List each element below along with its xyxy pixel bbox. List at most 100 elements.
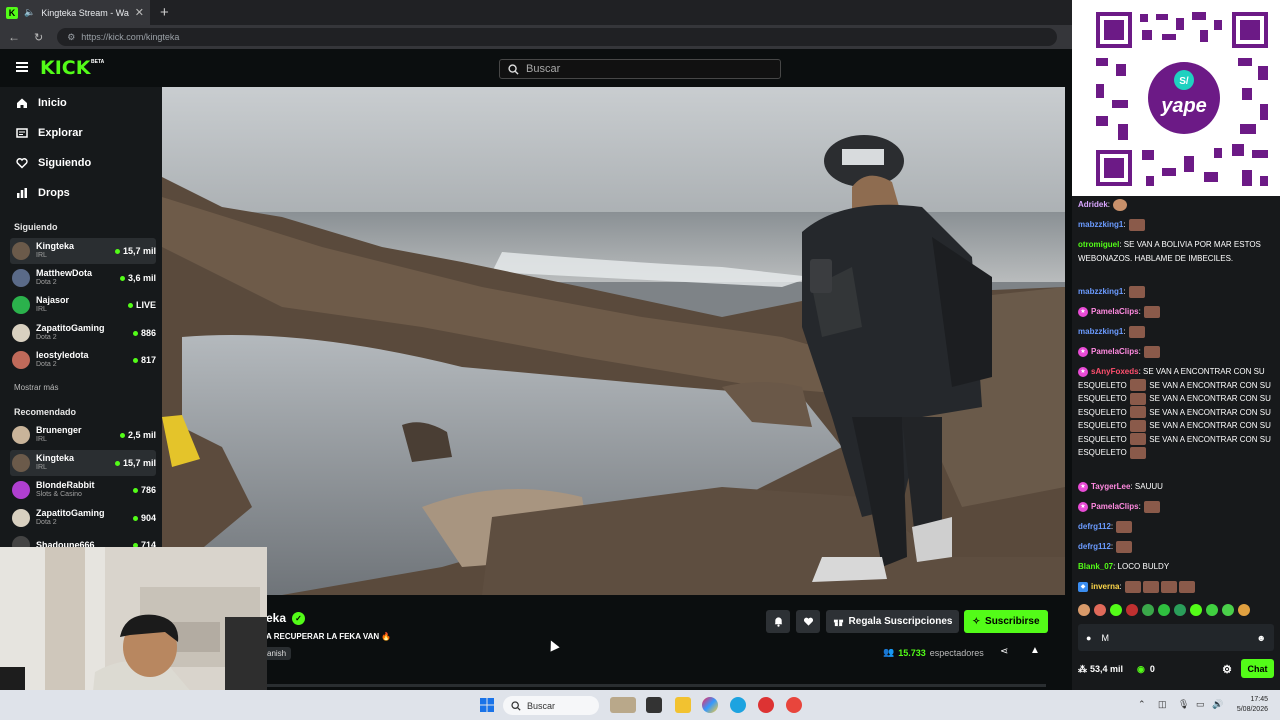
- new-tab-button[interactable]: +: [160, 4, 169, 21]
- emoji-picker-icon[interactable]: ☻: [1257, 633, 1266, 643]
- recommended-channel-zapatitogaming[interactable]: ZapatitoGaming Dota 2 904: [10, 505, 156, 531]
- copilot-icon[interactable]: [702, 697, 718, 713]
- page-scrollbar[interactable]: [266, 684, 1046, 687]
- chat-username[interactable]: defrg112: [1078, 522, 1111, 531]
- channel-name: ZapatitoGaming: [36, 508, 105, 518]
- chat-message: ★ TaygerLee: SAUUU: [1078, 480, 1274, 494]
- recommended-channel-blonderabbit[interactable]: BlondeRabbit Slots & Casino 786: [10, 477, 156, 503]
- volume-icon[interactable]: 🔊: [1212, 699, 1223, 710]
- obs-icon[interactable]: [758, 697, 774, 713]
- nav-drops[interactable]: Drops: [16, 187, 70, 199]
- emote-icon[interactable]: [1222, 604, 1234, 616]
- system-clock[interactable]: 17:45 5/08/2026: [1237, 695, 1268, 715]
- chat-message: ★ PamelaClips:: [1078, 500, 1274, 514]
- emote-icon[interactable]: [1206, 604, 1218, 616]
- emote-icon[interactable]: [1094, 604, 1106, 616]
- emote-icon[interactable]: [1110, 604, 1122, 616]
- emote-icon[interactable]: [1158, 604, 1170, 616]
- chat-username[interactable]: mabzzking1: [1078, 327, 1123, 336]
- badge-icon[interactable]: ●: [1086, 633, 1091, 643]
- speaker-icon[interactable]: 🔈: [24, 7, 35, 18]
- chat-text: LOCO BULDY: [1117, 562, 1170, 571]
- microphone-icon[interactable]: 🎙: [1178, 699, 1189, 710]
- browser-tab[interactable]: K 🔈 Kingteka Stream - Watch Live ✕: [0, 0, 150, 25]
- chat-settings-gear-icon[interactable]: ⚙: [1222, 663, 1232, 676]
- gift-subs-label: Regala Suscripciones: [848, 616, 953, 627]
- chat-message: ★ sAnyFoxeds: SE VAN A ENCONTRAR CON SU E…: [1078, 366, 1271, 459]
- chat-message: otromiguel: SE VAN A BOLIVIA POR MAR EST…: [1078, 240, 1261, 263]
- taskbar-search[interactable]: Buscar: [503, 696, 599, 715]
- edge-browser-icon[interactable]: [730, 697, 746, 713]
- close-tab-icon[interactable]: ✕: [135, 6, 144, 19]
- reload-icon[interactable]: ↻: [34, 31, 43, 44]
- chat-username[interactable]: PamelaClips: [1091, 307, 1139, 316]
- recommended-channel-brunenger[interactable]: Brunenger IRL 2,5 mil: [10, 422, 156, 448]
- clock-date: 5/08/2026: [1236, 706, 1268, 713]
- notification-bell-button[interactable]: [766, 610, 790, 633]
- task-view-icon[interactable]: [646, 697, 662, 713]
- chat-username[interactable]: PamelaClips: [1091, 347, 1139, 356]
- nav-explorar[interactable]: Explorar: [16, 127, 83, 139]
- emote-icon[interactable]: [1174, 604, 1186, 616]
- following-channel-zapatitogaming[interactable]: ZapatitoGaming Dota 2 886: [10, 320, 156, 346]
- chat-username[interactable]: mabzzking1: [1078, 220, 1123, 229]
- emote-icon[interactable]: [1126, 604, 1138, 616]
- emote-icon[interactable]: [1238, 604, 1250, 616]
- chat-username[interactable]: sAnyFoxeds: [1091, 367, 1139, 376]
- windows-start-icon[interactable]: [479, 697, 495, 713]
- show-more-link[interactable]: Mostrar más: [14, 383, 58, 392]
- live-dot-icon: [132, 515, 138, 521]
- emote-icon: [1130, 379, 1146, 392]
- chat-username[interactable]: defrg112: [1078, 542, 1111, 551]
- menu-hamburger-icon[interactable]: [16, 62, 28, 72]
- following-channel-kingteka[interactable]: Kingteka IRL 15,7 mil: [10, 238, 156, 264]
- channel-name: BlondeRabbit: [36, 480, 95, 490]
- chat-username[interactable]: Adridek: [1078, 200, 1108, 209]
- gift-subs-button[interactable]: Regala Suscripciones: [826, 610, 959, 633]
- svg-text:yape: yape: [1160, 95, 1207, 117]
- chat-username[interactable]: Blank_07: [1078, 562, 1113, 571]
- chrome-icon[interactable]: [786, 697, 802, 713]
- nav-label: Siguiendo: [38, 157, 92, 169]
- emote-icon: [1160, 580, 1177, 593]
- following-channel-matthewdota[interactable]: MatthewDota Dota 2 3,6 mil: [10, 265, 156, 291]
- emote-icon[interactable]: [1142, 604, 1154, 616]
- chat-username[interactable]: TaygerLee: [1091, 482, 1130, 491]
- video-player[interactable]: [162, 87, 1065, 595]
- chat-input[interactable]: ● M ☻: [1078, 624, 1274, 651]
- follow-heart-button[interactable]: [796, 610, 820, 633]
- address-bar[interactable]: ⚙ https://kick.com/kingteka: [57, 28, 1058, 46]
- following-channel-leostyledota[interactable]: leostyledota Dota 2 817: [10, 347, 156, 373]
- kick-logo[interactable]: KICK: [40, 57, 90, 79]
- network-icon[interactable]: ◫: [1158, 699, 1167, 710]
- search-icon: [511, 700, 521, 711]
- nav-inicio[interactable]: Inicio: [16, 97, 67, 109]
- emote-icon: [1116, 520, 1133, 533]
- streamer-name[interactable]: eka ✓: [266, 611, 306, 625]
- report-warning-icon[interactable]: ▲: [1030, 645, 1040, 656]
- following-channel-najasor[interactable]: Najasor IRL LIVE: [10, 292, 156, 318]
- channel-category: Slots & Casino: [36, 491, 82, 498]
- site-info-icon[interactable]: ⚙: [67, 32, 75, 43]
- nav-siguiendo[interactable]: Siguiendo: [16, 157, 91, 169]
- back-arrow-icon[interactable]: ←: [8, 30, 20, 44]
- quick-emote-bar: [1078, 604, 1250, 616]
- chat-message: Blank_07: LOCO BULDY: [1078, 562, 1170, 571]
- search-input[interactable]: Buscar: [499, 59, 781, 79]
- emote-icon[interactable]: [1078, 604, 1090, 616]
- chat-send-button[interactable]: Chat: [1241, 659, 1274, 678]
- chat-username[interactable]: PamelaClips: [1091, 502, 1139, 511]
- widgets-icon[interactable]: [610, 697, 636, 713]
- emote-icon: [1130, 392, 1146, 405]
- file-explorer-icon[interactable]: [675, 697, 691, 713]
- recommended-channel-kingteka[interactable]: Kingteka IRL 15,7 mil: [10, 450, 156, 476]
- emote-icon[interactable]: [1190, 604, 1202, 616]
- live-dot-icon: [114, 248, 120, 254]
- chat-username[interactable]: inverna: [1091, 582, 1119, 591]
- subscribe-button[interactable]: ✧ Suscribirse: [964, 610, 1048, 633]
- display-icon[interactable]: ▭: [1196, 699, 1205, 710]
- chat-username[interactable]: mabzzking1: [1078, 287, 1123, 296]
- share-icon[interactable]: ⋖: [1000, 646, 1008, 657]
- chat-username[interactable]: otromiguel: [1078, 240, 1119, 249]
- tray-chevron-icon[interactable]: ⌃: [1138, 699, 1146, 710]
